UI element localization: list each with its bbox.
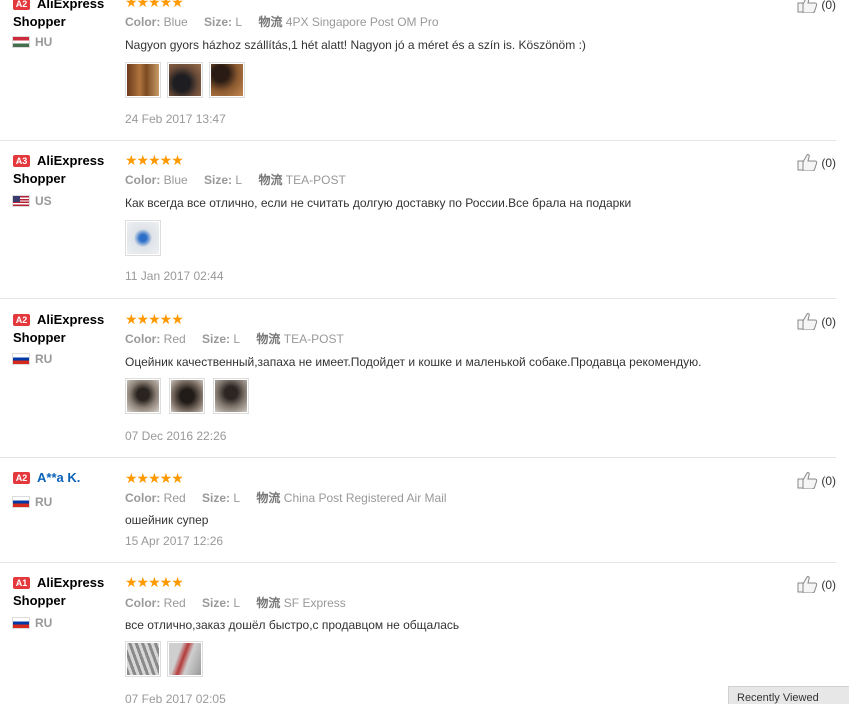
review-item: A2 A**a K. RU ★★★★★ Color: Red Size: L 物流… bbox=[0, 457, 836, 563]
russia-flag-icon bbox=[13, 618, 29, 628]
star-rating: ★★★★★ bbox=[125, 470, 184, 486]
order-attributes: Color: Red Size: L 物流 SF Express bbox=[125, 596, 346, 610]
review-item: A3 AliExpress Shopper US ★★★★★ Color: Blu… bbox=[0, 140, 836, 299]
review-photos bbox=[125, 641, 209, 677]
level-badge: A2 bbox=[13, 472, 30, 484]
review-date: 11 Jan 2017 02:44 bbox=[125, 269, 224, 283]
review-item: A1 AliExpress Shopper RU ★★★★★ Color: Red… bbox=[0, 562, 836, 722]
review-text: ошейник супер bbox=[125, 513, 209, 527]
recently-viewed-button[interactable]: Recently Viewed bbox=[728, 686, 849, 704]
review-photo[interactable] bbox=[167, 641, 203, 677]
level-badge: A1 bbox=[13, 577, 30, 589]
order-attributes: Color: Blue Size: L 物流 4PX Singapore Pos… bbox=[125, 15, 439, 29]
star-rating: ★★★★★ bbox=[125, 0, 184, 10]
review-photos bbox=[125, 62, 251, 98]
review-text: все отлично,заказ дошёл быстро,с продавц… bbox=[125, 618, 460, 632]
review-text: Как всегда все отлично, если не считать … bbox=[125, 196, 632, 210]
helpful-vote[interactable]: (0) bbox=[797, 471, 836, 490]
review-photo[interactable] bbox=[125, 220, 161, 256]
reviewer-name-line2[interactable]: Shopper bbox=[13, 329, 118, 347]
reviewer: A3 AliExpress Shopper US bbox=[13, 140, 118, 208]
star-rating: ★★★★★ bbox=[125, 574, 184, 590]
thumbs-up-icon[interactable] bbox=[797, 471, 819, 490]
order-attributes: Color: Red Size: L 物流 China Post Registe… bbox=[125, 491, 447, 505]
review-photo[interactable] bbox=[125, 62, 161, 98]
level-badge: A2 bbox=[13, 0, 30, 10]
reviewer-name[interactable]: A2 A**a K. bbox=[13, 469, 118, 487]
star-rating: ★★★★★ bbox=[125, 152, 184, 168]
reviewer-country: US bbox=[13, 194, 52, 208]
review-item: A2 AliExpress Shopper RU ★★★★★ Color: Red… bbox=[0, 298, 836, 458]
review-photos bbox=[125, 220, 167, 256]
reviewer-name[interactable]: A2 AliExpress bbox=[13, 311, 118, 329]
reviewer-name-line2[interactable]: Shopper bbox=[13, 592, 118, 610]
reviewer-country: RU bbox=[13, 616, 52, 630]
review-photo[interactable] bbox=[167, 62, 203, 98]
reviewer-country: HU bbox=[13, 35, 52, 49]
reviewer: A2 A**a K. RU bbox=[13, 457, 118, 509]
review-date: 24 Feb 2017 13:47 bbox=[125, 112, 226, 126]
star-rating: ★★★★★ bbox=[125, 311, 184, 327]
order-attributes: Color: Red Size: L 物流 TEA-POST bbox=[125, 332, 344, 346]
review-text: Nagyon gyors házhoz szállítás,1 hét alat… bbox=[125, 38, 586, 52]
review-text: Оцейник качественный,запаха не имеет.Под… bbox=[125, 355, 702, 369]
helpful-vote[interactable]: (0) bbox=[797, 0, 836, 14]
russia-flag-icon bbox=[13, 354, 29, 364]
reviewer: A1 AliExpress Shopper RU bbox=[13, 562, 118, 630]
helpful-vote[interactable]: (0) bbox=[797, 575, 836, 594]
order-attributes: Color: Blue Size: L 物流 TEA-POST bbox=[125, 173, 346, 187]
reviewer-name-line2[interactable]: Shopper bbox=[13, 13, 118, 31]
review-date: 15 Apr 2017 12:26 bbox=[125, 534, 224, 548]
review-photo[interactable] bbox=[169, 378, 205, 414]
reviewer-name-line2[interactable]: Shopper bbox=[13, 170, 118, 188]
review-item: A2 AliExpress Shopper HU ★★★★★ Color: Blu… bbox=[0, 0, 836, 141]
thumbs-up-icon[interactable] bbox=[797, 153, 819, 172]
review-photo[interactable] bbox=[125, 641, 161, 677]
us-flag-icon bbox=[13, 196, 29, 206]
reviewer-name[interactable]: A3 AliExpress bbox=[13, 152, 118, 170]
thumbs-up-icon[interactable] bbox=[797, 312, 819, 331]
reviewer-country: RU bbox=[13, 495, 52, 509]
review-photo[interactable] bbox=[125, 378, 161, 414]
level-badge: A3 bbox=[13, 155, 30, 167]
hungary-flag-icon bbox=[13, 37, 29, 47]
review-date: 07 Dec 2016 22:26 bbox=[125, 429, 227, 443]
review-photo[interactable] bbox=[213, 378, 249, 414]
reviewer-name[interactable]: A2 AliExpress bbox=[13, 0, 118, 13]
review-date: 07 Feb 2017 02:05 bbox=[125, 692, 226, 706]
thumbs-up-icon[interactable] bbox=[797, 0, 819, 14]
review-photo[interactable] bbox=[209, 62, 245, 98]
review-photos bbox=[125, 378, 255, 414]
reviewer-country: RU bbox=[13, 352, 52, 366]
reviewer: A2 AliExpress Shopper HU bbox=[13, 0, 118, 49]
helpful-vote[interactable]: (0) bbox=[797, 153, 836, 172]
reviewer-name[interactable]: A1 AliExpress bbox=[13, 574, 118, 592]
thumbs-up-icon[interactable] bbox=[797, 575, 819, 594]
helpful-vote[interactable]: (0) bbox=[797, 312, 836, 331]
reviewer: A2 AliExpress Shopper RU bbox=[13, 298, 118, 366]
level-badge: A2 bbox=[13, 314, 30, 326]
russia-flag-icon bbox=[13, 497, 29, 507]
